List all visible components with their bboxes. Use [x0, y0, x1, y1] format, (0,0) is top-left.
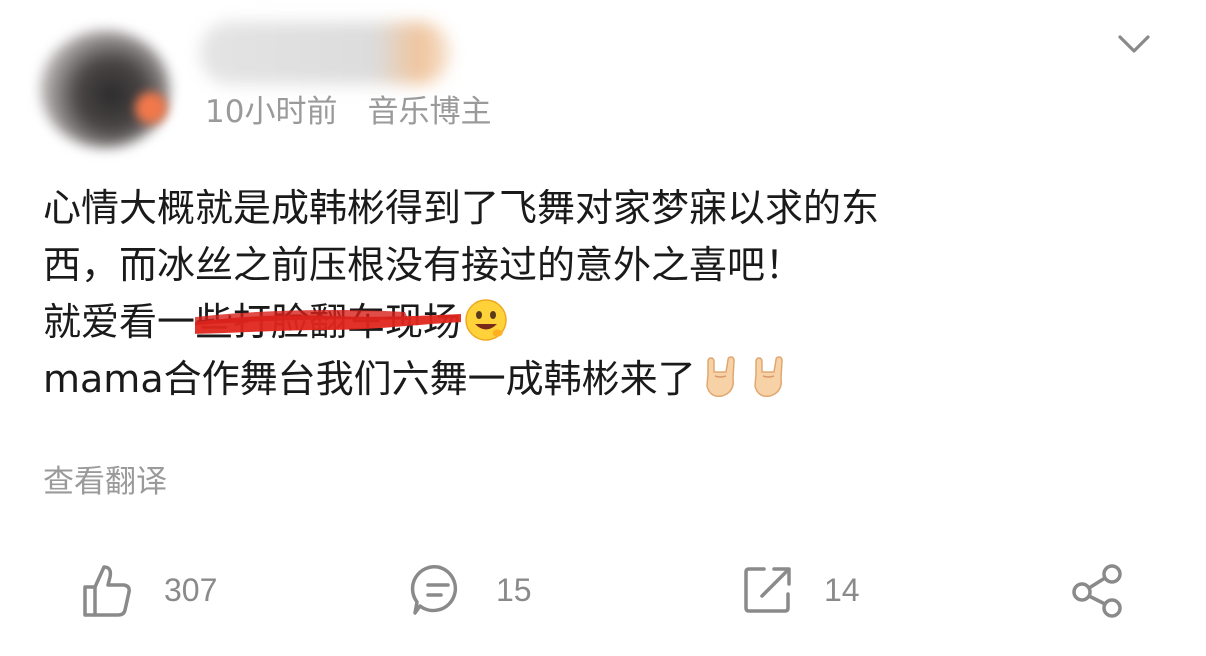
author-role: 音乐博主	[367, 94, 492, 130]
post-text-line-1: 心情大概就是成韩彬得到了飞舞对家梦寐以求的东	[43, 186, 880, 230]
post-header: 10小时前 音乐博主	[0, 0, 1206, 160]
post-text-line-4-text: mama合作舞台我们六舞一成韩彬来了	[43, 357, 696, 401]
comment-count: 15	[496, 571, 532, 608]
avatar[interactable]	[40, 30, 170, 148]
post-time: 10小时前	[205, 94, 338, 130]
post-text-line-4: mama合作舞台我们六舞一成韩彬来了	[43, 351, 1163, 408]
like-button[interactable]: 307	[80, 555, 217, 625]
repost-count: 14	[824, 571, 860, 608]
share-nodes-icon	[1072, 564, 1122, 618]
post-text-line-2: 西，而冰丝之前压根没有接过的意外之喜吧！	[43, 243, 804, 287]
post-text-line-3-prefix: 就爱看一	[43, 300, 196, 344]
share-arrow-icon	[744, 567, 791, 613]
red-strike-scribble	[195, 310, 462, 334]
grinning-face-icon	[465, 299, 507, 341]
repost-button[interactable]: 14	[742, 555, 860, 625]
comment-icon	[410, 564, 458, 615]
username-redacted[interactable]	[200, 22, 450, 84]
like-count: 307	[164, 571, 218, 608]
share-button[interactable]	[1070, 555, 1126, 625]
thumbs-up-icon	[83, 565, 131, 617]
action-bar: 307 15 14	[0, 555, 1206, 625]
rock-on-hand-icon	[753, 356, 783, 398]
comment-button[interactable]: 15	[410, 555, 532, 625]
post-meta: 10小时前 音乐博主	[205, 90, 491, 134]
view-translation-link[interactable]: 查看翻译	[43, 460, 167, 504]
post-content: 心情大概就是成韩彬得到了飞舞对家梦寐以求的东 西，而冰丝之前压根没有接过的意外之…	[43, 180, 1163, 408]
struck-text: 些打脸翻车现场	[195, 294, 462, 351]
post-text-line-3: 就爱看一些打脸翻车现场	[43, 294, 1163, 351]
verified-badge	[135, 92, 167, 124]
chevron-down-icon[interactable]	[1117, 32, 1151, 58]
rock-on-hand-icon	[705, 356, 735, 398]
